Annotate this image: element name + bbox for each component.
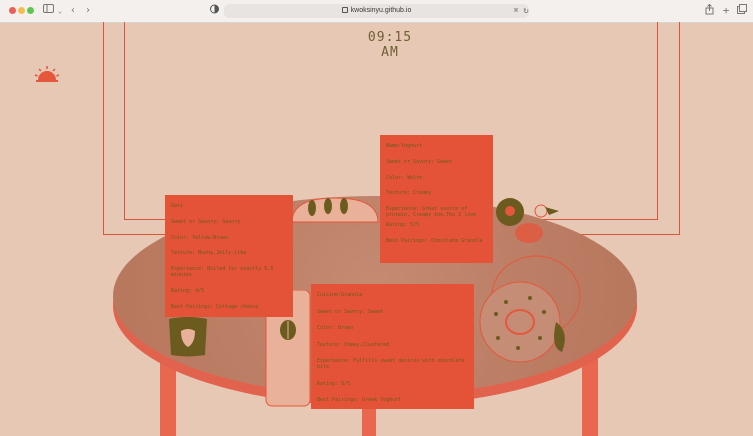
- plus-icon[interactable]: +: [719, 4, 733, 18]
- card-taste: Sweet or Savory: Savory: [171, 218, 241, 225]
- food-card-yoghurt[interactable]: Name:Yoghurt Sweet or Savory: Sweet Colo…: [380, 135, 493, 263]
- chevron-down-icon[interactable]: ⌄: [53, 4, 67, 18]
- chevron-left-icon[interactable]: ‹: [66, 4, 80, 18]
- card-title: Cuisine:Granola: [317, 292, 363, 298]
- card-pairings: Best Pairings: Greek Yoghurt: [317, 397, 402, 403]
- card-taste: Sweet or Savory: Sweet: [386, 158, 453, 165]
- food-card-granola[interactable]: Cuisine:Granola Sweet or Savory: Sweet C…: [311, 284, 474, 409]
- card-title: Name:Yoghurt: [386, 143, 423, 149]
- reload-icon[interactable]: ↻: [519, 4, 533, 18]
- card-experience: Experience: Boiled for exactly 6.5 minut…: [171, 266, 274, 279]
- chevron-right-icon[interactable]: ›: [81, 4, 95, 18]
- card-rating: Rating: 4/5: [171, 287, 205, 294]
- card-color: Color: Yellow-Brown: [171, 234, 229, 241]
- jam-jar-icon[interactable]: [165, 317, 211, 357]
- card-experience: Experience: Great source of protein, Cre…: [386, 206, 477, 219]
- lock-icon: [341, 7, 348, 13]
- card-taste: Sweet or Savory: Sweet: [317, 308, 384, 315]
- browser-toolbar: ⌄ ‹ › kwoksinyu.github.io ⌘ ↻ +: [0, 0, 753, 23]
- card-experience: Experience: Fulfills sweet desires with …: [317, 358, 465, 370]
- bread-loaf-icon[interactable]: [290, 194, 380, 224]
- bagel-icon[interactable]: [478, 252, 588, 382]
- share-icon[interactable]: [702, 3, 716, 18]
- fruit-plate-icon[interactable]: [493, 197, 563, 247]
- tabs-overview-icon[interactable]: [735, 4, 749, 18]
- card-color: Color: White: [386, 174, 423, 181]
- card-title: Oats: [171, 203, 184, 209]
- card-rating: Rating: 5/5: [386, 222, 420, 229]
- card-rating: Rating: 5/5: [317, 380, 351, 387]
- clock: 09:15 AM: [367, 30, 413, 60]
- card-texture: Texture: Chewy,Clustered: [317, 341, 390, 348]
- card-color: Color: Brown: [317, 325, 354, 331]
- address-bar[interactable]: kwoksinyu.github.io: [224, 4, 529, 18]
- minimize-window-button[interactable]: [18, 7, 25, 14]
- food-card-oats[interactable]: Oats Sweet or Savory: Savory Color: Yell…: [165, 195, 293, 317]
- zoom-window-button[interactable]: [27, 7, 34, 14]
- card-pairings: Best Pairings: Cottage cheese: [171, 303, 259, 310]
- card-texture: Texture: Mushy,Jelly-like: [171, 250, 247, 257]
- card-texture: Texture: Creamy: [386, 190, 432, 197]
- breakfast-scene: 09:15 AM Oats Sweet or Savory: Savory Co…: [0, 22, 753, 436]
- card-pairings: Best Pairings: Chocolate Granola: [386, 237, 483, 244]
- close-window-button[interactable]: [9, 7, 16, 14]
- sun-icon[interactable]: [34, 66, 60, 82]
- shield-icon[interactable]: [207, 4, 221, 18]
- url-text: kwoksinyu.github.io: [350, 7, 412, 14]
